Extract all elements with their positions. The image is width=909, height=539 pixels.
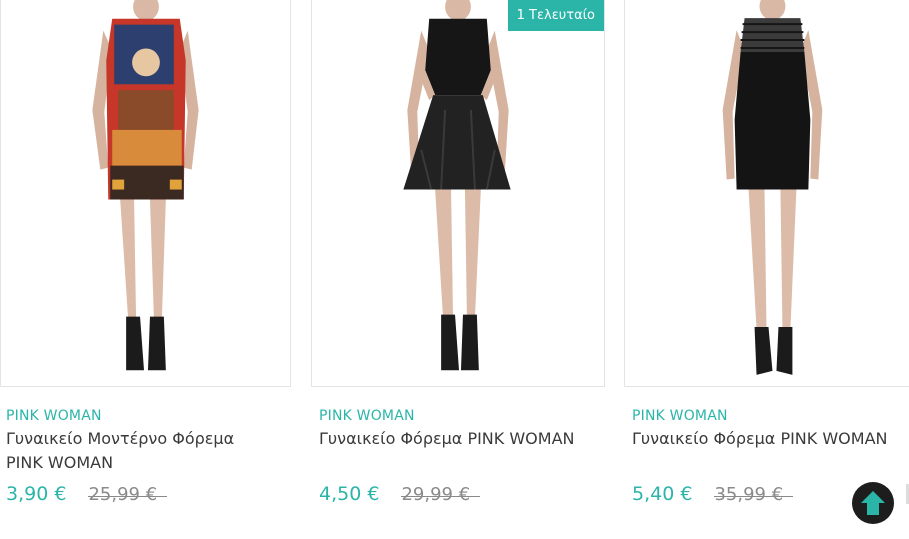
product-name[interactable]: Γυναικείο Φόρεμα PINK WOMAN bbox=[632, 427, 902, 451]
product-name[interactable]: Γυναικείο Μοντέρνο Φόρεμα PINK WOMAN bbox=[6, 427, 276, 475]
product-price: 4,50 € bbox=[319, 483, 380, 505]
model-figure-skater-dress bbox=[403, 0, 511, 371]
product-card[interactable]: PINK WOMAN Γυναικείο Φόρεμα PINK WOMAN 5… bbox=[624, 0, 909, 505]
product-card[interactable]: PINK WOMAN Γυναικείο Μοντέρνο Φόρεμα PIN… bbox=[0, 0, 291, 505]
price-block: 5,40 € 35,99 € bbox=[632, 483, 793, 505]
product-card[interactable]: 1 Τελευταίο PINK WOMAN Γυναικείο Φόρεμα … bbox=[311, 0, 605, 505]
product-image[interactable] bbox=[624, 0, 909, 387]
product-brand[interactable]: PINK WOMAN bbox=[319, 407, 605, 425]
stock-badge: 1 Τελευταίο bbox=[507, 0, 604, 31]
product-image[interactable]: 1 Τελευταίο bbox=[311, 0, 605, 387]
product-price: 3,90 € bbox=[6, 483, 67, 505]
model-figure-black-lace-dress bbox=[722, 0, 823, 375]
arrow-up-icon bbox=[861, 491, 885, 515]
product-image[interactable] bbox=[0, 0, 291, 387]
product-old-price: 29,99 € bbox=[401, 484, 480, 505]
price-block: 4,50 € 29,99 € bbox=[319, 483, 480, 505]
product-brand[interactable]: PINK WOMAN bbox=[6, 407, 291, 425]
product-brand[interactable]: PINK WOMAN bbox=[632, 407, 909, 425]
product-name[interactable]: Γυναικείο Φόρεμα PINK WOMAN bbox=[319, 427, 589, 451]
price-block: 3,90 € 25,99 € bbox=[6, 483, 167, 505]
product-old-price: 35,99 € bbox=[714, 484, 793, 505]
model-figure-printed-dress bbox=[92, 0, 199, 371]
product-price: 5,40 € bbox=[632, 483, 693, 505]
product-old-price: 25,99 € bbox=[88, 484, 167, 505]
scroll-to-top-button[interactable] bbox=[852, 482, 894, 524]
